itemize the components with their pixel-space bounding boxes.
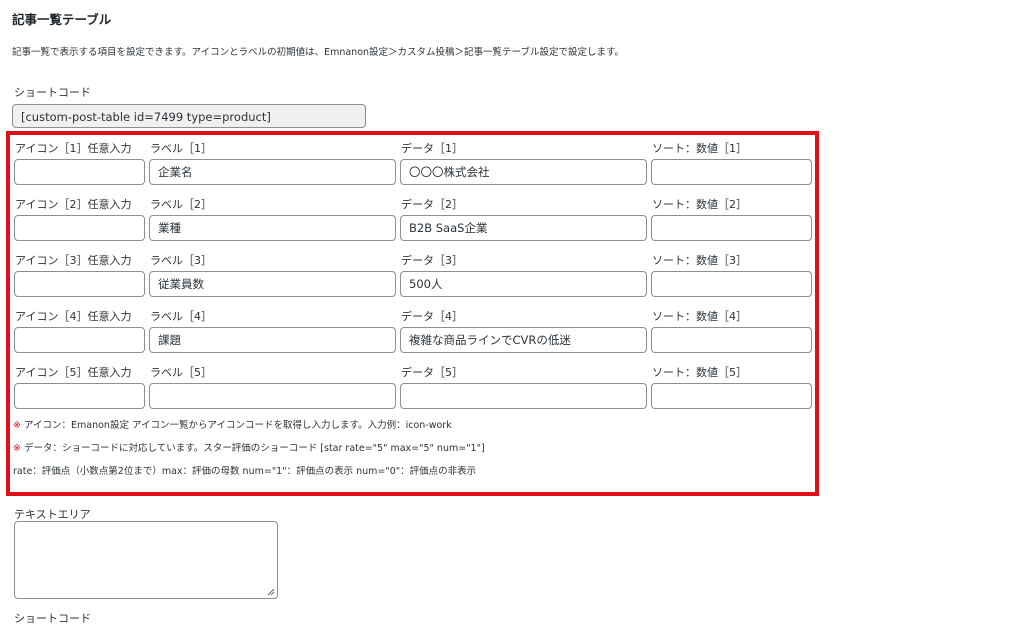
shortcode2-label: ショートコード	[14, 612, 91, 625]
sort-label-4: ソート：数値［4］	[652, 310, 747, 323]
icon-label-5: アイコン［5］任意入力	[15, 366, 132, 379]
label-input-3[interactable]: 従業員数	[149, 271, 396, 297]
note-mark: ※	[13, 420, 21, 431]
sort-input-3[interactable]	[651, 271, 812, 297]
shortcode-label: ショートコード	[14, 86, 91, 99]
data-input-1[interactable]: 〇〇〇株式会社	[400, 159, 647, 185]
data-input-2[interactable]: B2B SaaS企業	[400, 215, 647, 241]
icon-note-text: アイコン：Emanon設定 アイコン一覧からアイコンコードを取得し入力します。入…	[24, 420, 452, 431]
rate-note: rate：評価点（小数点第2位まで）max：評価の母数 num="1"：評価点の…	[13, 466, 477, 477]
data-label-2: データ［2］	[401, 198, 463, 211]
sort-input-5[interactable]	[651, 383, 812, 409]
data-label-5: データ［5］	[401, 366, 463, 379]
label-input-2[interactable]: 業種	[149, 215, 396, 241]
shortcode-field[interactable]: [custom-post-table id=7499 type=product]	[12, 104, 366, 128]
textarea-label: テキストエリア	[14, 508, 91, 521]
sort-label-2: ソート：数値［2］	[652, 198, 747, 211]
data-label-1: データ［1］	[401, 142, 463, 155]
note-mark: ※	[13, 443, 21, 454]
label-label-5: ラベル［5］	[150, 366, 212, 379]
label-label-4: ラベル［4］	[150, 310, 212, 323]
data-input-4[interactable]: 複雑な商品ラインでCVRの低迷	[400, 327, 647, 353]
resize-handle-icon[interactable]	[267, 588, 275, 596]
sort-label-1: ソート：数値［1］	[652, 142, 747, 155]
icon-label-1: アイコン［1］任意入力	[15, 142, 132, 155]
icon-label-2: アイコン［2］任意入力	[15, 198, 132, 211]
sort-input-4[interactable]	[651, 327, 812, 353]
data-input-3[interactable]: 500人	[400, 271, 647, 297]
textarea-field[interactable]	[14, 521, 278, 599]
data-input-5[interactable]	[400, 383, 647, 409]
sort-label-5: ソート：数値［5］	[652, 366, 747, 379]
icon-input-3[interactable]	[14, 271, 145, 297]
data-label-4: データ［4］	[401, 310, 463, 323]
section-description: 記事一覧で表示する項目を設定できます。アイコンとラベルの初期値は、Emnanon…	[12, 47, 625, 58]
label-label-1: ラベル［1］	[150, 142, 212, 155]
data-label-3: データ［3］	[401, 254, 463, 267]
label-label-3: ラベル［3］	[150, 254, 212, 267]
label-label-2: ラベル［2］	[150, 198, 212, 211]
data-note-text: データ：ショーコードに対応しています。スター評価のショーコード [star ra…	[24, 443, 485, 454]
icon-note: ※ アイコン：Emanon設定 アイコン一覧からアイコンコードを取得し入力します…	[13, 417, 452, 431]
label-input-4[interactable]: 課題	[149, 327, 396, 353]
icon-input-2[interactable]	[14, 215, 145, 241]
icon-label-4: アイコン［4］任意入力	[15, 310, 132, 323]
icon-input-1[interactable]	[14, 159, 145, 185]
icon-label-3: アイコン［3］任意入力	[15, 254, 132, 267]
sort-label-3: ソート：数値［3］	[652, 254, 747, 267]
icon-input-4[interactable]	[14, 327, 145, 353]
icon-input-5[interactable]	[14, 383, 145, 409]
sort-input-1[interactable]	[651, 159, 812, 185]
sort-input-2[interactable]	[651, 215, 812, 241]
label-input-5[interactable]	[149, 383, 396, 409]
label-input-1[interactable]: 企業名	[149, 159, 396, 185]
data-note: ※ データ：ショーコードに対応しています。スター評価のショーコード [star …	[13, 440, 485, 454]
section-title: 記事一覧テーブル	[12, 12, 112, 27]
